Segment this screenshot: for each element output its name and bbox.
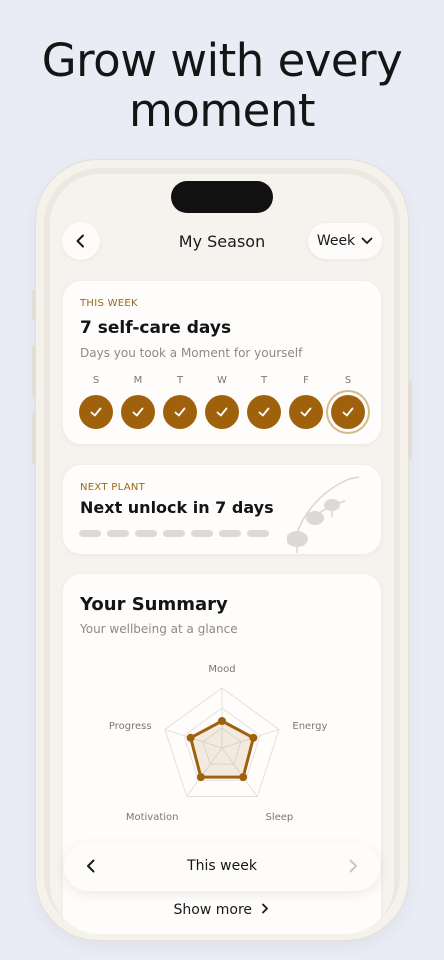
- day-letter: W: [217, 375, 227, 386]
- day-check[interactable]: [121, 395, 155, 429]
- checkmark-icon: [216, 407, 228, 417]
- range-selector-button[interactable]: Week: [308, 223, 382, 259]
- show-more-label: Show more: [173, 902, 253, 918]
- phone-side-button: [32, 290, 36, 320]
- day-item: S: [79, 375, 113, 429]
- summary-subtitle: Your wellbeing at a glance: [80, 622, 238, 636]
- show-more-link[interactable]: Show more: [50, 902, 394, 918]
- headline-line-2: moment: [128, 84, 316, 137]
- next-plant-title: Next unlock in 7 days: [80, 498, 274, 517]
- progress-segment: [79, 530, 101, 537]
- radar-point-motivation: [196, 773, 205, 782]
- summary-title: Your Summary: [80, 594, 228, 615]
- checkmark-icon: [300, 407, 312, 417]
- day-letter: M: [133, 375, 143, 386]
- unlock-progress: [79, 530, 269, 537]
- next-period-arrow-icon[interactable]: [344, 857, 362, 875]
- this-week-eyebrow: THIS WEEK: [80, 298, 138, 309]
- radar-axis-label: Mood: [208, 664, 235, 675]
- phone-side-button: [32, 345, 36, 397]
- phone-side-button: [408, 380, 412, 460]
- day-letter: F: [303, 375, 309, 386]
- day-check[interactable]: [247, 395, 281, 429]
- day-letter: S: [344, 375, 352, 386]
- day-check[interactable]: [289, 395, 323, 429]
- day-item: F: [289, 375, 323, 429]
- day-letter: T: [260, 375, 268, 386]
- day-check[interactable]: [163, 395, 197, 429]
- day-letter: S: [92, 375, 100, 386]
- wellbeing-radar-chart: Mood Energy Sleep Motivation Progress: [109, 664, 328, 823]
- progress-segment: [163, 530, 185, 537]
- period-navigator: This week: [64, 843, 380, 891]
- chevron-right-icon: [262, 903, 269, 914]
- progress-segment: [107, 530, 129, 537]
- progress-segment: [247, 530, 269, 537]
- day-item: M: [121, 375, 155, 429]
- radar-point-mood: [218, 717, 226, 725]
- radar-axis-label: Progress: [109, 721, 152, 732]
- radar-axis-label: Sleep: [265, 812, 293, 823]
- phone-screen: My Season Week THIS WEEK 7 self-care day…: [50, 174, 394, 934]
- headline-line-1: Grow with every: [41, 34, 403, 87]
- progress-segment: [191, 530, 213, 537]
- period-label: This week: [187, 858, 257, 874]
- this-week-subtitle: Days you took a Moment for yourself: [80, 346, 303, 360]
- this-week-card: THIS WEEK 7 self-care days Days you took…: [63, 281, 381, 444]
- radar-axis-label: Motivation: [126, 812, 179, 823]
- headline: Grow with every moment: [0, 36, 444, 136]
- checkmark-icon: [342, 407, 354, 417]
- next-plant-card[interactable]: NEXT PLANT Next unlock in 7 days: [63, 465, 381, 554]
- day-item: W: [205, 375, 239, 429]
- radar-point-sleep: [239, 773, 248, 782]
- day-tracker: SMTWTFS: [79, 375, 365, 429]
- radar-series-area: [189, 719, 255, 779]
- checkmark-icon: [174, 407, 186, 417]
- chevron-down-icon: [361, 237, 373, 244]
- day-today-check[interactable]: [331, 395, 365, 429]
- next-plant-eyebrow: NEXT PLANT: [80, 482, 146, 493]
- day-check[interactable]: [79, 395, 113, 429]
- day-letter: T: [176, 375, 184, 386]
- checkmark-icon: [258, 407, 270, 417]
- day-item: T: [163, 375, 197, 429]
- radar-point-energy: [249, 733, 258, 742]
- day-item: S: [331, 375, 365, 429]
- radar-axis-label: Energy: [292, 721, 327, 732]
- range-selector-label: Week: [316, 233, 356, 249]
- day-check[interactable]: [205, 395, 239, 429]
- phone-side-button: [32, 412, 36, 464]
- checkmark-icon: [132, 407, 144, 417]
- day-item: T: [247, 375, 281, 429]
- progress-segment: [219, 530, 241, 537]
- this-week-title: 7 self-care days: [80, 318, 232, 338]
- radar-point-progress: [186, 733, 195, 742]
- checkmark-icon: [90, 407, 102, 417]
- plant-illustration-icon: [287, 476, 360, 553]
- progress-segment: [135, 530, 157, 537]
- dynamic-island: [171, 181, 273, 213]
